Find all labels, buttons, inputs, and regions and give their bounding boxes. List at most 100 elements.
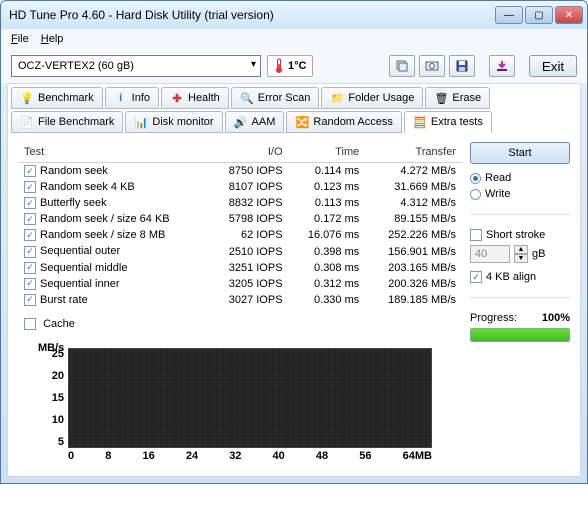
test-name: Random seek / size 8 MB: [40, 229, 165, 241]
tab-info[interactable]: iInfo: [105, 87, 159, 109]
menubar: File Help: [1, 29, 587, 49]
spin-up[interactable]: ▲: [514, 245, 528, 254]
row-checkbox[interactable]: ✓: [24, 213, 36, 225]
table-row[interactable]: ✓Sequential middle3251 IOPS0.308 ms203.1…: [18, 260, 462, 276]
row-checkbox[interactable]: ✓: [24, 278, 36, 290]
row-checkbox[interactable]: ✓: [24, 165, 36, 177]
short-stroke-checkbox[interactable]: Short stroke: [470, 229, 570, 241]
time-value: 0.312 ms: [289, 276, 366, 292]
chart-area: MB/s 252015105 0816243240485664MB: [68, 348, 432, 462]
lightbulb-icon: 💡: [20, 91, 34, 105]
tab-health[interactable]: ✚Health: [161, 87, 229, 109]
magnifier-icon: 🔍: [240, 91, 254, 105]
read-radio[interactable]: Read: [470, 172, 570, 184]
screenshot-icon[interactable]: [419, 55, 445, 77]
time-value: 0.308 ms: [289, 260, 366, 276]
cache-checkbox[interactable]: [24, 318, 36, 330]
table-row[interactable]: ✓Random seek / size 64 KB5798 IOPS0.172 …: [18, 211, 462, 227]
save-icon[interactable]: [449, 55, 475, 77]
tabs-row-1: 💡Benchmark iInfo ✚Health 🔍Error Scan 📁Fo…: [10, 86, 578, 110]
ytick: 15: [46, 392, 64, 404]
table-row[interactable]: ✓Random seek / size 8 MB62 IOPS16.076 ms…: [18, 227, 462, 243]
ytick: 20: [46, 370, 64, 382]
transfer-value: 203.165 MB/s: [365, 260, 462, 276]
row-checkbox[interactable]: ✓: [24, 246, 36, 258]
cache-label: Cache: [43, 318, 75, 330]
io-value: 8750 IOPS: [209, 163, 289, 180]
start-button[interactable]: Start: [470, 142, 570, 164]
col-test[interactable]: Test: [18, 142, 209, 163]
test-name: Random seek: [40, 165, 108, 177]
tab-extra-tests[interactable]: 🧮Extra tests: [404, 111, 492, 133]
close-button[interactable]: ✕: [555, 6, 583, 24]
xtick: 56: [359, 450, 371, 462]
row-checkbox[interactable]: ✓: [24, 262, 36, 274]
table-row[interactable]: ✓Random seek8750 IOPS0.114 ms4.272 MB/s: [18, 163, 462, 180]
transfer-value: 200.326 MB/s: [365, 276, 462, 292]
tab-disk-monitor[interactable]: 📊Disk monitor: [125, 111, 222, 133]
thermometer-icon: [274, 58, 284, 74]
transfer-value: 189.185 MB/s: [365, 292, 462, 308]
row-checkbox[interactable]: ✓: [24, 181, 36, 193]
align-4kb-checkbox[interactable]: ✓4 KB align: [470, 271, 570, 283]
temperature-display: 1°C: [267, 55, 313, 77]
xtick: 64MB: [403, 450, 432, 462]
drive-select-text: OCZ-VERTEX2 (60 gB): [18, 60, 134, 72]
io-value: 62 IOPS: [209, 227, 289, 243]
menu-help[interactable]: Help: [41, 33, 64, 45]
row-checkbox[interactable]: ✓: [24, 229, 36, 241]
test-name: Butterfly seek: [40, 197, 107, 209]
folder-icon: 📁: [330, 91, 344, 105]
col-time[interactable]: Time: [289, 142, 366, 163]
write-radio[interactable]: Write: [470, 188, 570, 200]
tests-table: Test I/O Time Transfer ✓ Random seek 8750 …: [18, 142, 462, 308]
ytick: 25: [46, 348, 64, 360]
table-row[interactable]: ✓Sequential outer2510 IOPS0.398 ms156.90…: [18, 243, 462, 259]
table-row[interactable]: ✓Butterfly seek8832 IOPS0.113 ms4.312 MB…: [18, 195, 462, 211]
calc-icon: 🧮: [413, 115, 427, 129]
col-transfer[interactable]: Transfer: [365, 142, 462, 163]
table-row[interactable]: ✓Burst rate3027 IOPS0.330 ms189.185 MB/s: [18, 292, 462, 308]
tab-erase[interactable]: 🗑Erase: [425, 87, 490, 109]
maximize-button[interactable]: ▢: [525, 6, 553, 24]
transfer-value: 31.669 MB/s: [365, 179, 462, 195]
menu-file[interactable]: File: [11, 33, 29, 45]
progress-value: 100%: [542, 312, 570, 324]
copy-icon[interactable]: [389, 55, 415, 77]
xtick: 48: [316, 450, 328, 462]
io-value: 3027 IOPS: [209, 292, 289, 308]
chart-canvas: [68, 348, 432, 448]
ytick: 5: [46, 436, 64, 448]
io-value: 8832 IOPS: [209, 195, 289, 211]
row-checkbox[interactable]: ✓: [24, 197, 36, 209]
window-title: HD Tune Pro 4.60 - Hard Disk Utility (tr…: [9, 8, 495, 22]
transfer-value: 4.312 MB/s: [365, 195, 462, 211]
row-checkbox[interactable]: ✓: [24, 294, 36, 306]
progress-label: Progress:: [470, 312, 517, 324]
tab-benchmark[interactable]: 💡Benchmark: [11, 87, 103, 109]
time-value: 0.330 ms: [289, 292, 366, 308]
tab-random-access[interactable]: 🔀Random Access: [286, 111, 401, 133]
table-row[interactable]: ✓Sequential inner3205 IOPS0.312 ms200.32…: [18, 276, 462, 292]
exit-button[interactable]: Exit: [529, 55, 577, 77]
test-name: Sequential middle: [40, 262, 127, 274]
xtick: 0: [68, 450, 74, 462]
short-stroke-value[interactable]: [470, 245, 510, 263]
test-name: Sequential inner: [40, 278, 120, 290]
spin-down[interactable]: ▼: [514, 254, 528, 263]
minimize-button[interactable]: —: [495, 6, 523, 24]
col-io[interactable]: I/O: [209, 142, 289, 163]
tab-file-benchmark[interactable]: 📄File Benchmark: [11, 111, 123, 133]
table-row[interactable]: ✓Random seek 4 KB8107 IOPS0.123 ms31.669…: [18, 179, 462, 195]
io-value: 2510 IOPS: [209, 243, 289, 259]
xtick: 16: [142, 450, 154, 462]
transfer-value: 4.272 MB/s: [365, 163, 462, 180]
tab-folder-usage[interactable]: 📁Folder Usage: [321, 87, 423, 109]
drive-select[interactable]: OCZ-VERTEX2 (60 gB): [11, 55, 261, 77]
temperature-value: 1°C: [288, 60, 306, 72]
tab-aam[interactable]: 🔊AAM: [225, 111, 285, 133]
io-value: 5798 IOPS: [209, 211, 289, 227]
test-name: Random seek 4 KB: [40, 181, 135, 193]
download-icon[interactable]: [489, 55, 515, 77]
tab-error-scan[interactable]: 🔍Error Scan: [231, 87, 320, 109]
